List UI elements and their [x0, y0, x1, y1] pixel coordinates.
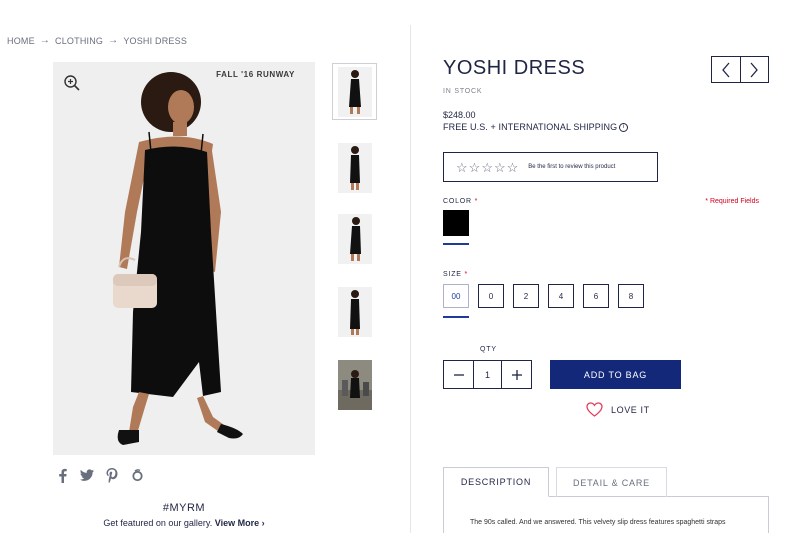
model-photo: [53, 62, 315, 455]
selected-indicator: [443, 316, 469, 318]
tab-description[interactable]: DESCRIPTION: [443, 467, 549, 497]
thumbnail[interactable]: [332, 356, 377, 413]
breadcrumb-home[interactable]: HOME: [7, 36, 35, 46]
size-option[interactable]: 0: [478, 284, 504, 308]
required-fields-note: * Required Fields: [705, 198, 759, 205]
shipping-text: FREE U.S. + INTERNATIONAL SHIPPING: [443, 122, 618, 132]
pinterest-icon[interactable]: [105, 467, 119, 483]
color-label: COLOR *: [443, 198, 479, 205]
thumbnail[interactable]: [332, 210, 377, 267]
runway-badge: FALL '16 RUNWAY: [216, 70, 295, 79]
star-icon[interactable]: ☆: [456, 161, 468, 174]
view-more-link[interactable]: View More ›: [215, 518, 265, 528]
size-option[interactable]: 4: [548, 284, 574, 308]
decrease-qty-button[interactable]: [444, 361, 474, 388]
qty-label: QTY: [480, 346, 497, 353]
thumbnail[interactable]: [332, 283, 377, 340]
love-it-button[interactable]: LOVE IT: [586, 402, 650, 417]
star-icon[interactable]: ☆: [494, 161, 506, 174]
breadcrumb-current: YOSHI DRESS: [123, 35, 188, 46]
tab-detail-care[interactable]: DETAIL & CARE: [556, 467, 667, 497]
love-it-label: LOVE IT: [611, 404, 650, 415]
description-text: The 90s called. And we answered. This ve…: [470, 519, 726, 526]
twitter-icon[interactable]: [80, 467, 94, 483]
zoom-in-icon[interactable]: [63, 74, 81, 92]
color-swatch-black[interactable]: [443, 210, 469, 236]
review-box[interactable]: ☆ ☆ ☆ ☆ ☆ Be the first to review this pr…: [443, 152, 658, 182]
chevron-left-icon: [721, 62, 730, 77]
next-product-button[interactable]: [741, 57, 769, 82]
product-price: $248.00: [443, 110, 476, 120]
stock-status: IN STOCK: [443, 88, 483, 95]
size-options: 00 0 2 4 6 8: [443, 284, 644, 308]
add-to-bag-button[interactable]: ADD TO BAG: [550, 360, 681, 389]
column-divider: [410, 25, 411, 533]
heart-icon: [586, 402, 603, 417]
breadcrumb-separator: →: [39, 35, 51, 46]
myrm-promo: Get featured on our gallery. View More ›: [53, 518, 315, 528]
size-option[interactable]: 2: [513, 284, 539, 308]
breadcrumb-clothing[interactable]: CLOTHING: [55, 36, 103, 46]
info-icon[interactable]: i: [619, 122, 629, 132]
tumblr-icon[interactable]: [130, 467, 144, 483]
thumbnail[interactable]: [332, 63, 377, 120]
previous-product-button[interactable]: [712, 57, 741, 82]
social-share: [55, 467, 144, 483]
plus-icon: [511, 369, 522, 380]
myrm-text: Get featured on our gallery.: [103, 518, 213, 528]
qty-input[interactable]: 1: [474, 361, 501, 388]
myrm-hashtag: #MYRM: [162, 502, 206, 514]
main-product-image[interactable]: FALL '16 RUNWAY: [53, 62, 315, 455]
product-nav: [711, 56, 769, 83]
selected-indicator: [443, 243, 469, 245]
chevron-right-icon: [750, 62, 759, 77]
shipping-info: FREE U.S. + INTERNATIONAL SHIPPING i: [443, 122, 629, 132]
increase-qty-button[interactable]: [501, 361, 531, 388]
breadcrumb: HOME → CLOTHING → YOSHI DRESS: [7, 35, 187, 46]
size-option[interactable]: 00: [443, 284, 469, 308]
size-option[interactable]: 6: [583, 284, 609, 308]
product-title: YOSHI DRESS: [443, 57, 586, 79]
size-label: SIZE *: [443, 271, 469, 278]
size-option[interactable]: 8: [618, 284, 644, 308]
minus-icon: [453, 373, 464, 376]
star-icon[interactable]: ☆: [481, 161, 493, 174]
quantity-stepper: 1: [443, 360, 532, 389]
thumbnail[interactable]: [332, 139, 377, 196]
star-icon[interactable]: ☆: [469, 161, 481, 174]
star-icon[interactable]: ☆: [507, 161, 519, 174]
description-panel: [443, 496, 769, 533]
facebook-icon[interactable]: [55, 467, 69, 483]
breadcrumb-separator: →: [108, 35, 119, 46]
review-prompt: Be the first to review this product: [528, 164, 616, 170]
rating-stars[interactable]: ☆ ☆ ☆ ☆ ☆: [456, 161, 518, 174]
